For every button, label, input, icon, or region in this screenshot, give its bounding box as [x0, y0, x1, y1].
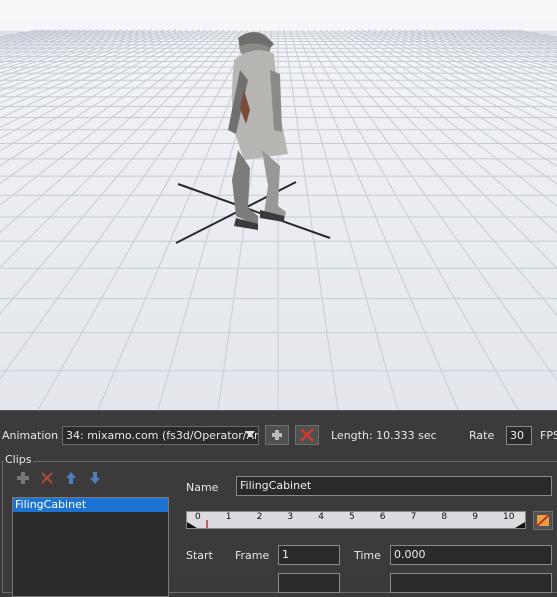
move-up-icon[interactable] — [64, 471, 78, 485]
clip-timeline[interactable]: 0 1 2 3 4 5 6 7 8 9 10 — [186, 511, 526, 529]
start-frame-input[interactable]: 1 — [278, 545, 340, 565]
clips-list[interactable]: FilingCabinet — [12, 497, 169, 597]
list-item[interactable]: FilingCabinet — [13, 498, 168, 512]
delete-animation-button[interactable] — [295, 425, 319, 445]
time-label: Time — [354, 549, 381, 562]
end-time-input[interactable] — [390, 573, 552, 593]
start-label: Start — [186, 549, 213, 562]
delete-clip-icon[interactable] — [40, 471, 54, 485]
name-label: Name — [186, 481, 219, 494]
frame-label: Frame — [235, 549, 270, 562]
rate-input[interactable]: 30 — [506, 426, 532, 445]
close-icon — [300, 428, 314, 442]
viewport-grid — [0, 29, 557, 410]
animation-panel: Animation 34: mixamo.com (fs3d/Operator/… — [0, 410, 557, 597]
animation-select-value: 34: mixamo.com (fs3d/Operator/Ani — [66, 429, 259, 442]
chevron-down-icon — [245, 431, 255, 437]
edit-icon — [536, 514, 550, 527]
fps-label: FPS — [540, 429, 557, 442]
move-down-icon[interactable] — [88, 471, 102, 485]
plus-icon — [272, 430, 282, 440]
timeline-options-button[interactable] — [533, 511, 553, 530]
start-marker[interactable] — [187, 522, 197, 528]
animation-length: Length: 10.333 sec — [331, 429, 437, 442]
3d-viewport[interactable] — [0, 0, 557, 410]
start-time-input[interactable]: 0.000 — [390, 545, 552, 565]
timeline-markers — [187, 520, 525, 528]
add-clip-icon[interactable] — [16, 471, 30, 485]
end-frame-input[interactable] — [278, 573, 340, 593]
clip-name-input[interactable]: FilingCabinet — [236, 476, 552, 496]
animation-label: Animation — [2, 429, 59, 442]
end-marker[interactable] — [515, 522, 525, 528]
rate-label: Rate — [469, 429, 495, 442]
animation-select[interactable]: 34: mixamo.com (fs3d/Operator/Ani — [62, 426, 259, 445]
clips-legend: Clips — [4, 453, 33, 466]
add-animation-button[interactable] — [265, 425, 289, 445]
